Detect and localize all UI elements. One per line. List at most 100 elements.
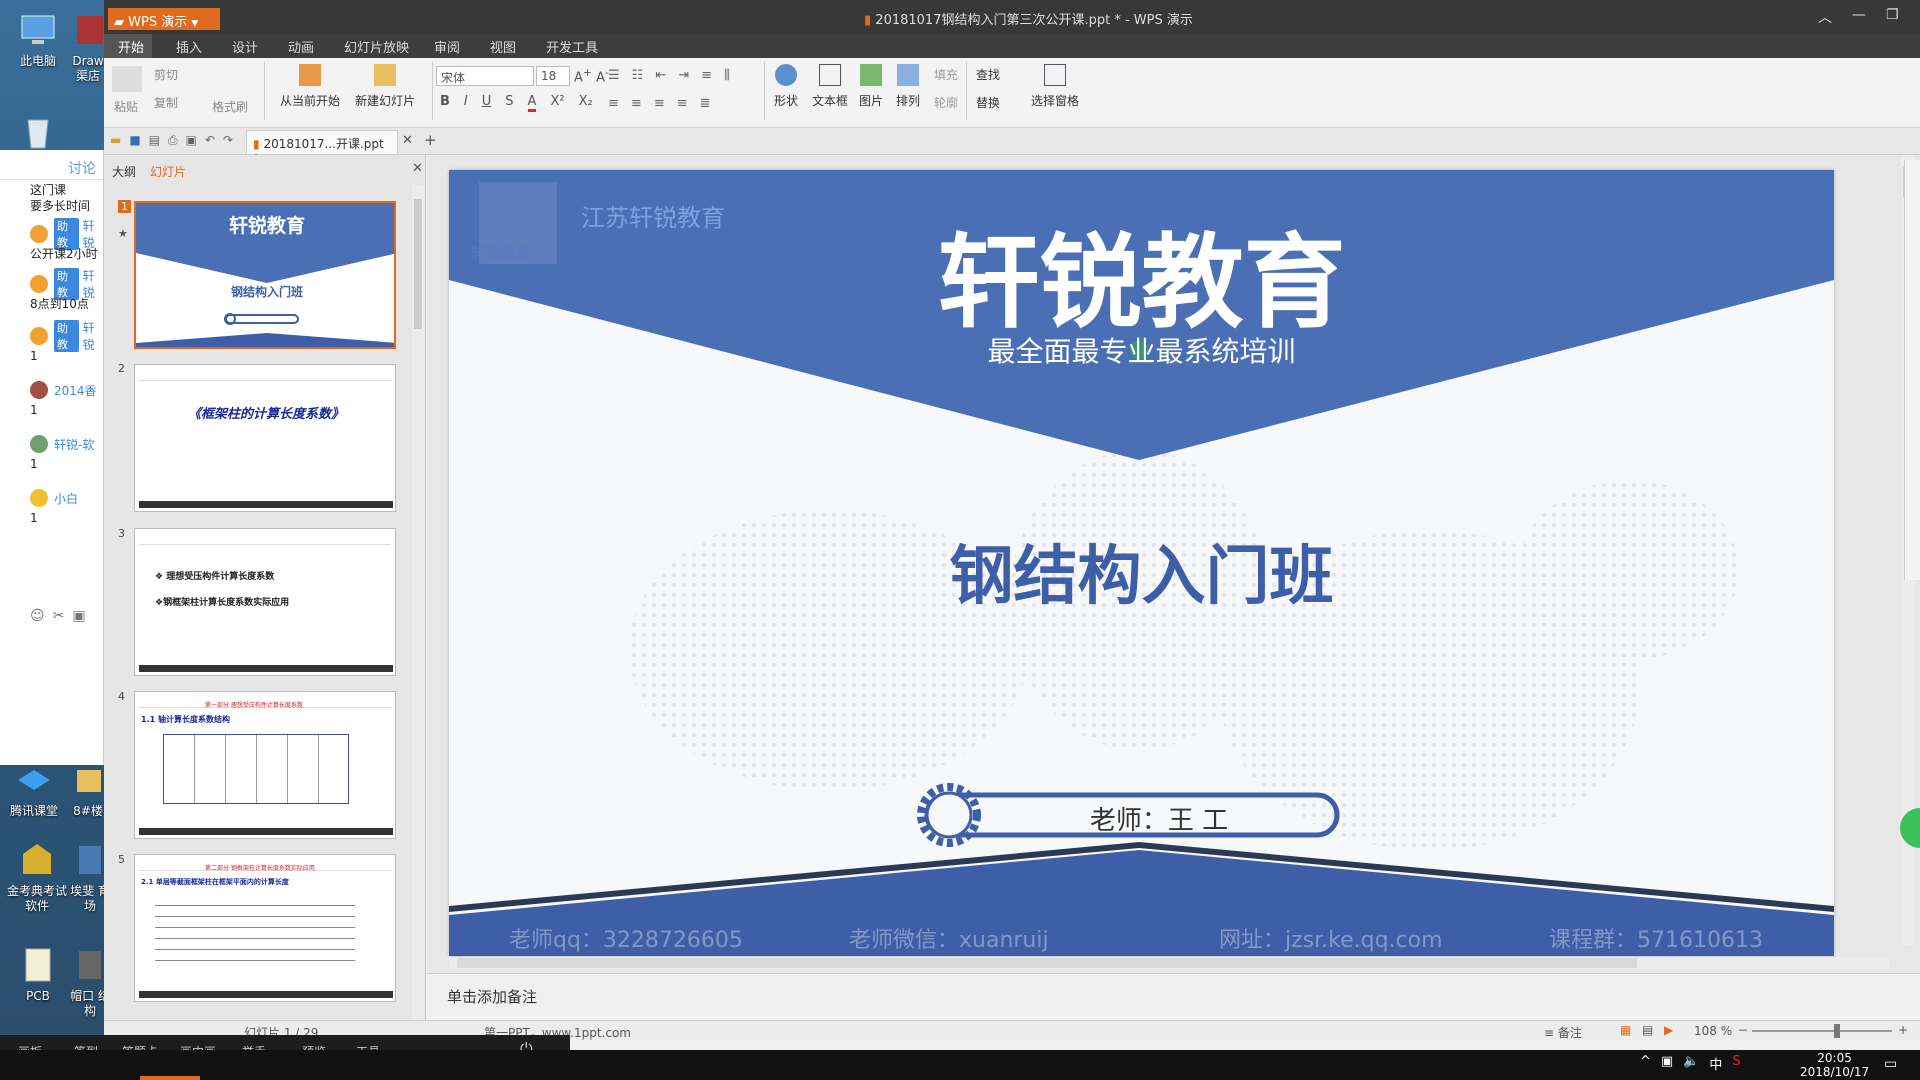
zoom-slider-handle[interactable] (1834, 1024, 1840, 1038)
taskbar-active-app[interactable] (140, 1076, 200, 1080)
new-slide-button[interactable]: 新建幻灯片 (342, 64, 428, 109)
zoom-out-icon[interactable]: − (1738, 1023, 1748, 1037)
normal-view-icon[interactable]: ▦ (1620, 1023, 1631, 1037)
subscript-icon[interactable]: X₂ (579, 94, 593, 112)
emoji-icon[interactable]: ☺ (30, 608, 45, 624)
collapse-icon[interactable]: ︿ (1818, 7, 1832, 27)
outdent-icon[interactable]: ⇤ (655, 68, 666, 83)
menu-view[interactable]: 视图 (490, 37, 516, 56)
distribute-icon[interactable]: ≣ (700, 96, 711, 111)
menu-home[interactable]: 开始 (118, 37, 144, 56)
document-tab-bar: ▬ ■ ▤ ⎙ ▣ ↶ ↷ ▮ 20181017...开课.ppt * ✕ + (104, 128, 1920, 166)
document-tab[interactable]: ▮ 20181017...开课.ppt * (246, 130, 398, 166)
menu-insert[interactable]: 插入 (176, 37, 202, 56)
underline-icon[interactable]: U (482, 94, 492, 112)
replace-button[interactable]: 替换 (976, 94, 1000, 111)
desktop-icon-pcb[interactable]: PCB (8, 945, 68, 1004)
bullet-list-icon[interactable]: ☰ (608, 68, 620, 83)
notes-toggle[interactable]: ≡ 备注 (1544, 1024, 1582, 1041)
wps-app-menu-button[interactable]: ▰ WPS 演示 ▼ (108, 8, 220, 30)
shape-button[interactable]: 形状 (768, 64, 804, 109)
maximize-icon[interactable]: ❐ (1886, 7, 1899, 27)
new-slide-icon (374, 64, 396, 86)
paste-button[interactable]: 粘贴 (114, 98, 138, 115)
zoom-in-icon[interactable]: + (1898, 1023, 1908, 1037)
print-preview-icon[interactable]: ▣ (186, 133, 197, 148)
scrollbar-thumb[interactable] (457, 958, 1637, 968)
ime-indicator[interactable]: 中 (1709, 1054, 1722, 1073)
close-pane-icon[interactable]: ✕ (412, 161, 423, 176)
network-icon[interactable]: ▣ (1661, 1054, 1673, 1073)
minimize-icon[interactable]: — (1852, 7, 1866, 27)
menu-review[interactable]: 审阅 (434, 37, 460, 56)
cut-button[interactable]: 剪切 (154, 66, 178, 83)
slide-thumb-2[interactable]: 《框架柱的计算长度系数》 (134, 364, 396, 512)
strikethrough-icon[interactable]: S (505, 94, 513, 112)
menu-slideshow[interactable]: 幻灯片放映 (344, 37, 409, 56)
font-size-select[interactable]: 18 (536, 66, 570, 86)
font-color-icon[interactable]: A (527, 94, 537, 112)
find-button[interactable]: 查找 (976, 66, 1000, 83)
outline-button[interactable]: 轮廓 (934, 94, 958, 111)
slide-horizontal-scrollbar[interactable] (449, 957, 1889, 969)
tab-outline[interactable]: 大纲 (112, 163, 136, 180)
desktop-icon-exam-software[interactable]: 金考典考试软件 (2, 840, 72, 914)
justify-icon[interactable]: ≡ (677, 96, 688, 111)
menu-animation[interactable]: 动画 (288, 37, 314, 56)
open-icon[interactable]: ▬ (110, 133, 121, 148)
current-slide[interactable]: 轩锐教育 江苏轩锐教育 轩锐教育 最全面最专业最系统培训 钢结构入门班 老师：王… (449, 170, 1834, 956)
desktop-icon-this-pc[interactable]: 此电脑 (8, 10, 68, 69)
from-current-button[interactable]: 从当前开始 (270, 64, 350, 109)
superscript-icon[interactable]: X² (550, 94, 564, 112)
slide-title: 轩锐教育 (937, 224, 1346, 343)
italic-icon[interactable]: I (464, 94, 468, 112)
copy-button[interactable]: 复制 (154, 94, 178, 111)
chevron-up-icon[interactable]: ^ (1640, 1054, 1651, 1073)
align-center-icon[interactable]: ≡ (631, 96, 642, 111)
print-icon[interactable]: ⎙ (168, 133, 178, 148)
tab-slides[interactable]: 幻灯片 (150, 163, 186, 180)
volume-icon[interactable]: 🔈 (1683, 1054, 1699, 1073)
sorter-view-icon[interactable]: ▤ (1642, 1023, 1653, 1037)
notification-icon[interactable]: ▭ (1884, 1056, 1897, 1072)
align-right-icon[interactable]: ≡ (654, 96, 665, 111)
redo-icon[interactable]: ↷ (223, 133, 233, 148)
play-slideshow-icon[interactable]: ▶ (1664, 1023, 1673, 1037)
scrollbar-thumb[interactable] (414, 199, 422, 329)
bold-icon[interactable]: B (440, 94, 450, 112)
format-painter-button[interactable]: 格式刷 (212, 98, 248, 115)
chat-tab-discussion[interactable]: 讨论 (0, 150, 103, 180)
number-list-icon[interactable]: ☷ (632, 68, 644, 83)
fill-button[interactable]: 填充 (934, 66, 958, 83)
indent-icon[interactable]: ⇥ (678, 68, 689, 83)
font-name-select[interactable]: 宋体 (436, 66, 534, 86)
slide-thumb-5[interactable]: 第二部分 钢框架柱计算长度系数实际应用 2.1 单层等截面框架柱在框架平面内的计… (134, 854, 396, 1002)
selection-pane-button[interactable]: 选择窗格 (1026, 64, 1084, 109)
slide-thumb-4[interactable]: 第一部分 理想受压构件计算长度系数 1.1 轴计算长度系数结构 (134, 691, 396, 839)
slide-thumb-3[interactable]: ❖ 理想受压构件计算长度系数 ❖钢框架柱计算长度系数实际应用 (134, 528, 396, 676)
clock[interactable]: 20:05 2018/10/17 (1800, 1051, 1869, 1079)
sogou-icon[interactable]: S (1732, 1054, 1740, 1073)
menu-design[interactable]: 设计 (232, 37, 258, 56)
textbox-button[interactable]: 文本框 (808, 64, 852, 109)
line-spacing-icon[interactable]: ≡ (701, 68, 712, 83)
zoom-slider[interactable] (1752, 1024, 1892, 1038)
thumbs-scrollbar[interactable] (412, 185, 424, 1035)
export-icon[interactable]: ▤ (149, 133, 160, 148)
undo-icon[interactable]: ↶ (205, 133, 215, 148)
title-bar: ▰ WPS 演示 ▼ ▮ 20181017钢结构入门第三次公开课.ppt * -… (104, 0, 1920, 34)
align-left-icon[interactable]: ≡ (608, 96, 619, 111)
close-tab-icon[interactable]: ✕ (402, 133, 413, 148)
arrange-button[interactable]: 排列 (890, 64, 926, 109)
menu-developer[interactable]: 开发工具 (546, 37, 598, 56)
columns-icon[interactable]: ⫼ (724, 68, 730, 83)
new-tab-icon[interactable]: + (424, 131, 437, 149)
slide-thumb-1[interactable]: 轩锐教育 钢结构入门班 (134, 201, 396, 349)
font-grow-icon[interactable]: A+ A- (574, 66, 609, 85)
paste-icon[interactable] (112, 66, 142, 92)
picture-button[interactable]: 图片 (856, 64, 886, 109)
save-icon[interactable]: ■ (129, 133, 140, 148)
image-icon[interactable]: ▣ (72, 608, 85, 624)
desktop-icon-tencent-class[interactable]: 腾讯课堂 (4, 760, 64, 819)
scissors-icon[interactable]: ✂ (53, 608, 65, 624)
